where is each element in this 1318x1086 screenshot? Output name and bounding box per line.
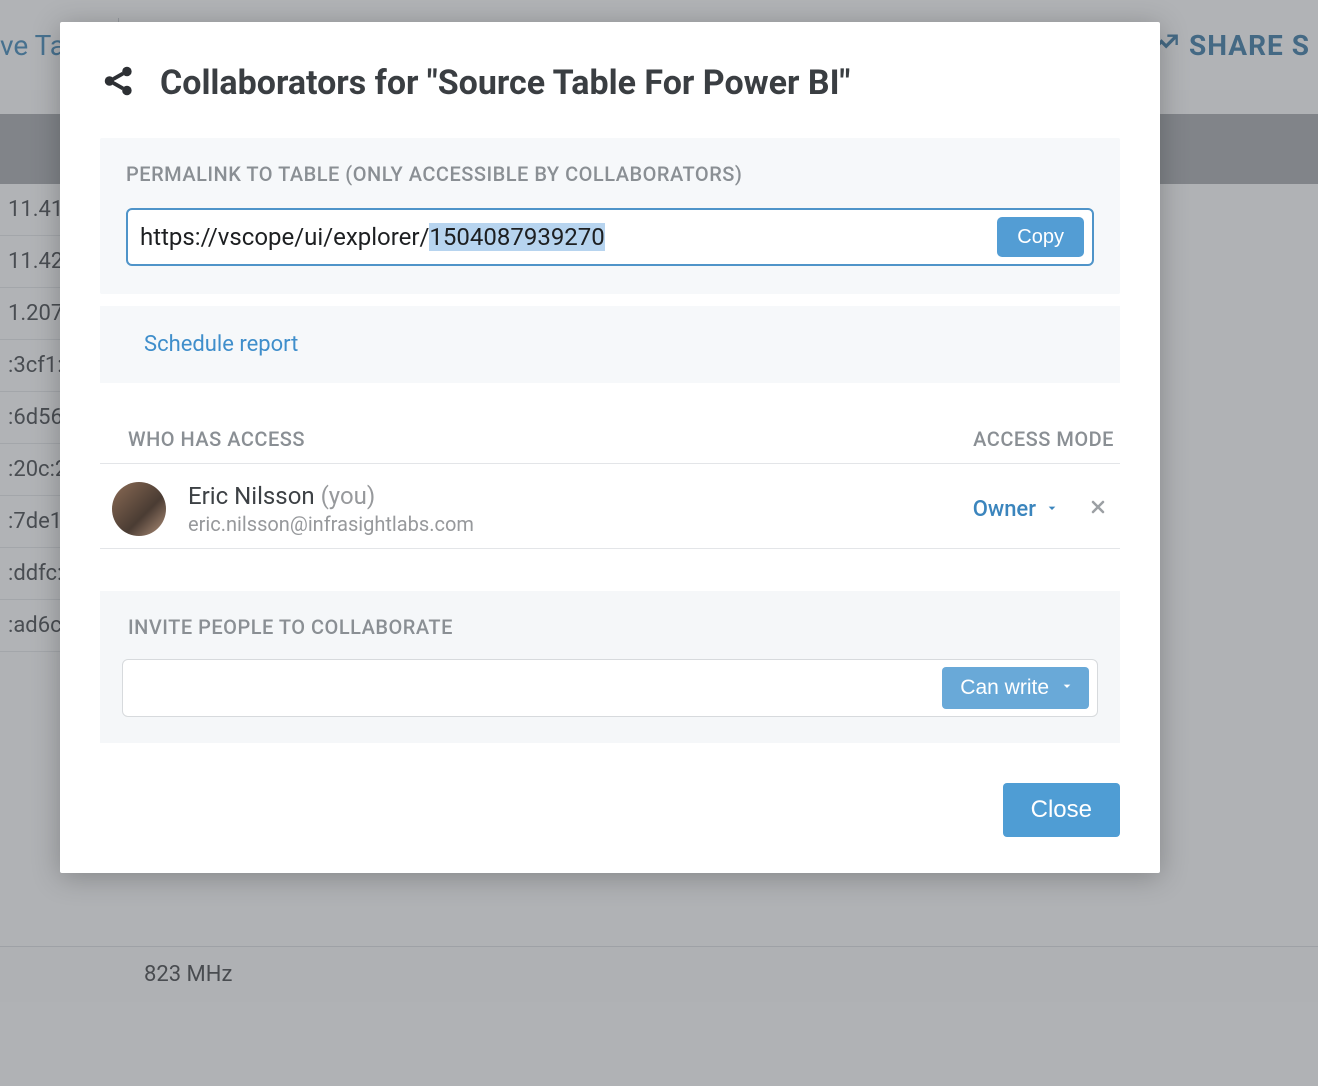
permalink-panel: PERMALINK TO TABLE (ONLY ACCESSIBLE BY C… xyxy=(100,138,1120,294)
permalink-input-wrap[interactable]: https://vscope/ui/explorer/1504087939270… xyxy=(126,208,1094,266)
role-label: Owner xyxy=(973,497,1036,522)
permalink-prefix: https://vscope/ui/explorer/ xyxy=(140,223,429,251)
access-row: Eric Nilsson (you) eric.nilsson@infrasig… xyxy=(100,476,1120,549)
permission-label: Can write xyxy=(960,676,1049,700)
chevron-down-icon xyxy=(1059,676,1075,700)
permalink-selected: 1504087939270 xyxy=(429,223,604,251)
modal-header: Collaborators for "Source Table For Powe… xyxy=(100,62,1120,104)
access-header-row: WHO HAS ACCESS ACCESS MODE xyxy=(100,427,1120,463)
who-has-access-label: WHO HAS ACCESS xyxy=(128,427,305,451)
modal-footer: Close xyxy=(100,783,1120,837)
user-name-text: Eric Nilsson xyxy=(188,482,315,510)
avatar xyxy=(112,482,166,536)
user-block: Eric Nilsson (you) eric.nilsson@infrasig… xyxy=(188,482,973,536)
invite-input[interactable] xyxy=(137,666,942,710)
access-mode-label: ACCESS MODE xyxy=(973,427,1114,451)
invite-panel: INVITE PEOPLE TO COLLABORATE Can write xyxy=(100,591,1120,743)
permalink-url[interactable]: https://vscope/ui/explorer/1504087939270 xyxy=(140,223,997,251)
chevron-down-icon xyxy=(1044,497,1060,522)
copy-button[interactable]: Copy xyxy=(997,217,1084,257)
schedule-report-link[interactable]: Schedule report xyxy=(144,332,298,357)
permission-dropdown[interactable]: Can write xyxy=(942,667,1089,709)
remove-user-button[interactable] xyxy=(1088,497,1108,521)
user-email: eric.nilsson@infrasightlabs.com xyxy=(188,512,973,536)
invite-input-row: Can write xyxy=(122,659,1098,717)
role-dropdown[interactable]: Owner xyxy=(973,497,1060,522)
invite-label: INVITE PEOPLE TO COLLABORATE xyxy=(122,615,1098,639)
you-tag: (you) xyxy=(321,482,376,510)
share-icon xyxy=(100,62,138,104)
user-name: Eric Nilsson (you) xyxy=(188,482,973,510)
permalink-label: PERMALINK TO TABLE (ONLY ACCESSIBLE BY C… xyxy=(126,162,1094,186)
collaborators-modal: Collaborators for "Source Table For Powe… xyxy=(60,22,1160,873)
modal-title: Collaborators for "Source Table For Powe… xyxy=(160,63,850,103)
schedule-panel: Schedule report xyxy=(100,306,1120,383)
access-divider xyxy=(100,463,1120,464)
close-button[interactable]: Close xyxy=(1003,783,1120,837)
